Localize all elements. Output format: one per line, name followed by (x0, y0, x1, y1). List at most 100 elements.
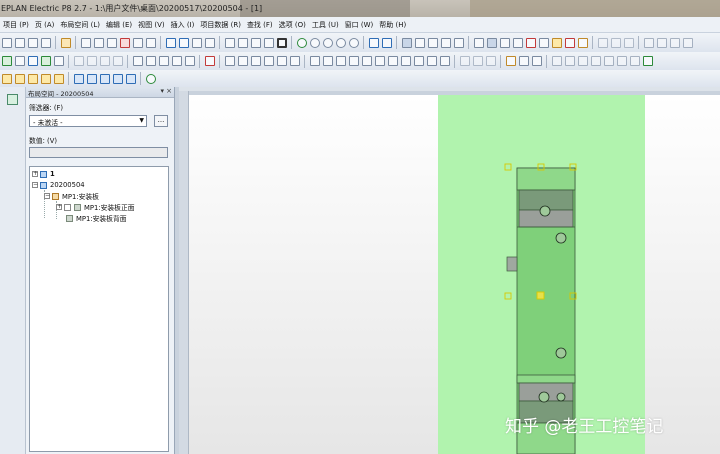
align-h-icon[interactable] (426, 56, 437, 66)
menu-help[interactable]: 帮助 (H) (376, 20, 409, 30)
panel-pin-icon[interactable]: ▾ (160, 87, 164, 95)
measure-icon[interactable] (538, 37, 549, 48)
view-front-icon[interactable] (73, 73, 84, 84)
view-left-icon[interactable] (99, 73, 110, 84)
grid-a-icon[interactable] (414, 37, 425, 48)
menu-edit[interactable]: 编辑 (E) (103, 20, 135, 30)
tree-node-mounting-plate[interactable]: − MP1:安装板 (44, 191, 99, 201)
split-d-icon[interactable] (603, 56, 614, 66)
rotate-icon[interactable] (309, 56, 320, 66)
align-g-icon[interactable] (413, 56, 424, 66)
view-right-icon[interactable] (112, 73, 123, 84)
page-new-icon[interactable] (224, 56, 235, 66)
regenerate-icon[interactable] (145, 73, 156, 84)
image-icon[interactable] (237, 37, 248, 48)
bracket-icon[interactable] (512, 37, 523, 48)
tree-node-plate-front[interactable]: + MP1:安装板正面 (56, 202, 135, 212)
menu-options[interactable]: 选项 (O) (276, 20, 309, 30)
screen-icon[interactable] (276, 37, 287, 48)
panel-close-icon[interactable]: × (166, 87, 172, 95)
menu-page[interactable]: 页 (A) (32, 20, 57, 30)
component-drawing[interactable] (189, 95, 720, 454)
hash-small-icon[interactable] (499, 37, 510, 48)
menu-window[interactable]: 窗口 (W) (342, 20, 377, 30)
zoom-window-icon[interactable] (309, 37, 320, 48)
collapse-minus-icon[interactable]: − (44, 193, 50, 199)
layout-icon[interactable] (250, 37, 261, 48)
magnet-icon[interactable] (525, 37, 536, 48)
jump-icon[interactable] (204, 56, 215, 66)
snap-grid-icon[interactable] (486, 37, 497, 48)
hatch-icon[interactable] (518, 56, 529, 66)
cart-icon[interactable] (682, 37, 693, 48)
align-i-icon[interactable] (439, 56, 450, 66)
pencil-icon[interactable] (145, 37, 156, 48)
menu-view[interactable]: 视图 (V) (135, 20, 167, 30)
split-b-icon[interactable] (577, 56, 588, 66)
align-b-icon[interactable] (348, 56, 359, 66)
tree-node-plate-back[interactable]: MP1:安装板背面 (66, 213, 127, 223)
menu-find[interactable]: 查找 (F) (244, 20, 276, 30)
copy-icon[interactable] (93, 37, 104, 48)
split-f-icon[interactable] (629, 56, 640, 66)
menu-project-data[interactable]: 项目数据 (R) (197, 20, 244, 30)
align-f-icon[interactable] (400, 56, 411, 66)
page-c-icon[interactable] (289, 56, 300, 66)
flag-icon[interactable] (132, 56, 143, 66)
rectangle-icon[interactable] (577, 37, 588, 48)
connect-d-icon[interactable] (112, 56, 123, 66)
grid-b-icon[interactable] (427, 37, 438, 48)
page-b-icon[interactable] (276, 56, 287, 66)
color-icon[interactable] (551, 37, 562, 48)
cube-c-icon[interactable] (27, 73, 38, 84)
expand-icon[interactable] (643, 37, 654, 48)
zoom-out-icon[interactable] (335, 37, 346, 48)
open-icon[interactable] (14, 37, 25, 48)
cut-icon[interactable] (80, 37, 91, 48)
tree-icon[interactable] (27, 56, 38, 66)
grid-c-icon[interactable] (440, 37, 451, 48)
menu-layout-space[interactable]: 布局空间 (L) (57, 20, 103, 30)
undo-icon[interactable] (165, 37, 176, 48)
table-icon[interactable] (53, 56, 64, 66)
format-painter-icon[interactable] (132, 37, 143, 48)
cube-a-icon[interactable] (1, 73, 12, 84)
forward-arrow-icon[interactable] (381, 37, 392, 48)
menu-tools[interactable]: 工具 (U) (309, 20, 342, 30)
expand-plus-icon[interactable]: + (32, 171, 38, 177)
zoom-in-icon[interactable] (322, 37, 333, 48)
layout-space-tab-icon[interactable] (7, 94, 18, 105)
hash-icon[interactable] (473, 37, 484, 48)
redo-list-icon[interactable] (204, 37, 215, 48)
align-e-icon[interactable] (387, 56, 398, 66)
function-icon[interactable] (14, 56, 25, 66)
list-a-icon[interactable] (597, 37, 608, 48)
snap-a-icon[interactable] (459, 56, 470, 66)
menu-project[interactable]: 项目 (P) (0, 20, 32, 30)
undo-list-icon[interactable] (191, 37, 202, 48)
insert-icon[interactable] (145, 56, 156, 66)
component-icon[interactable] (1, 56, 12, 66)
view-top-icon[interactable] (125, 73, 136, 84)
menu-insert[interactable]: 插入 (I) (168, 20, 198, 30)
back-arrow-icon[interactable] (368, 37, 379, 48)
delete-icon[interactable] (119, 37, 130, 48)
dimension-icon[interactable] (531, 56, 542, 66)
connect-c-icon[interactable] (99, 56, 110, 66)
list-b-icon[interactable] (610, 37, 621, 48)
snap-b-icon[interactable] (472, 56, 483, 66)
split-a-icon[interactable] (564, 56, 575, 66)
print-icon[interactable] (40, 37, 51, 48)
value-input[interactable] (29, 147, 168, 158)
arrow-right-icon[interactable] (642, 56, 653, 66)
align-c-icon[interactable] (361, 56, 372, 66)
save-icon[interactable] (27, 37, 38, 48)
grid-d-icon[interactable] (453, 37, 464, 48)
cube-e-icon[interactable] (53, 73, 64, 84)
wrench-icon[interactable] (60, 37, 71, 48)
cube-d-icon[interactable] (40, 73, 51, 84)
tree-node-project[interactable]: − 20200504 (32, 180, 85, 190)
page-a-icon[interactable] (263, 56, 274, 66)
pointer-icon[interactable] (158, 56, 169, 66)
zoom-all-icon[interactable] (348, 37, 359, 48)
